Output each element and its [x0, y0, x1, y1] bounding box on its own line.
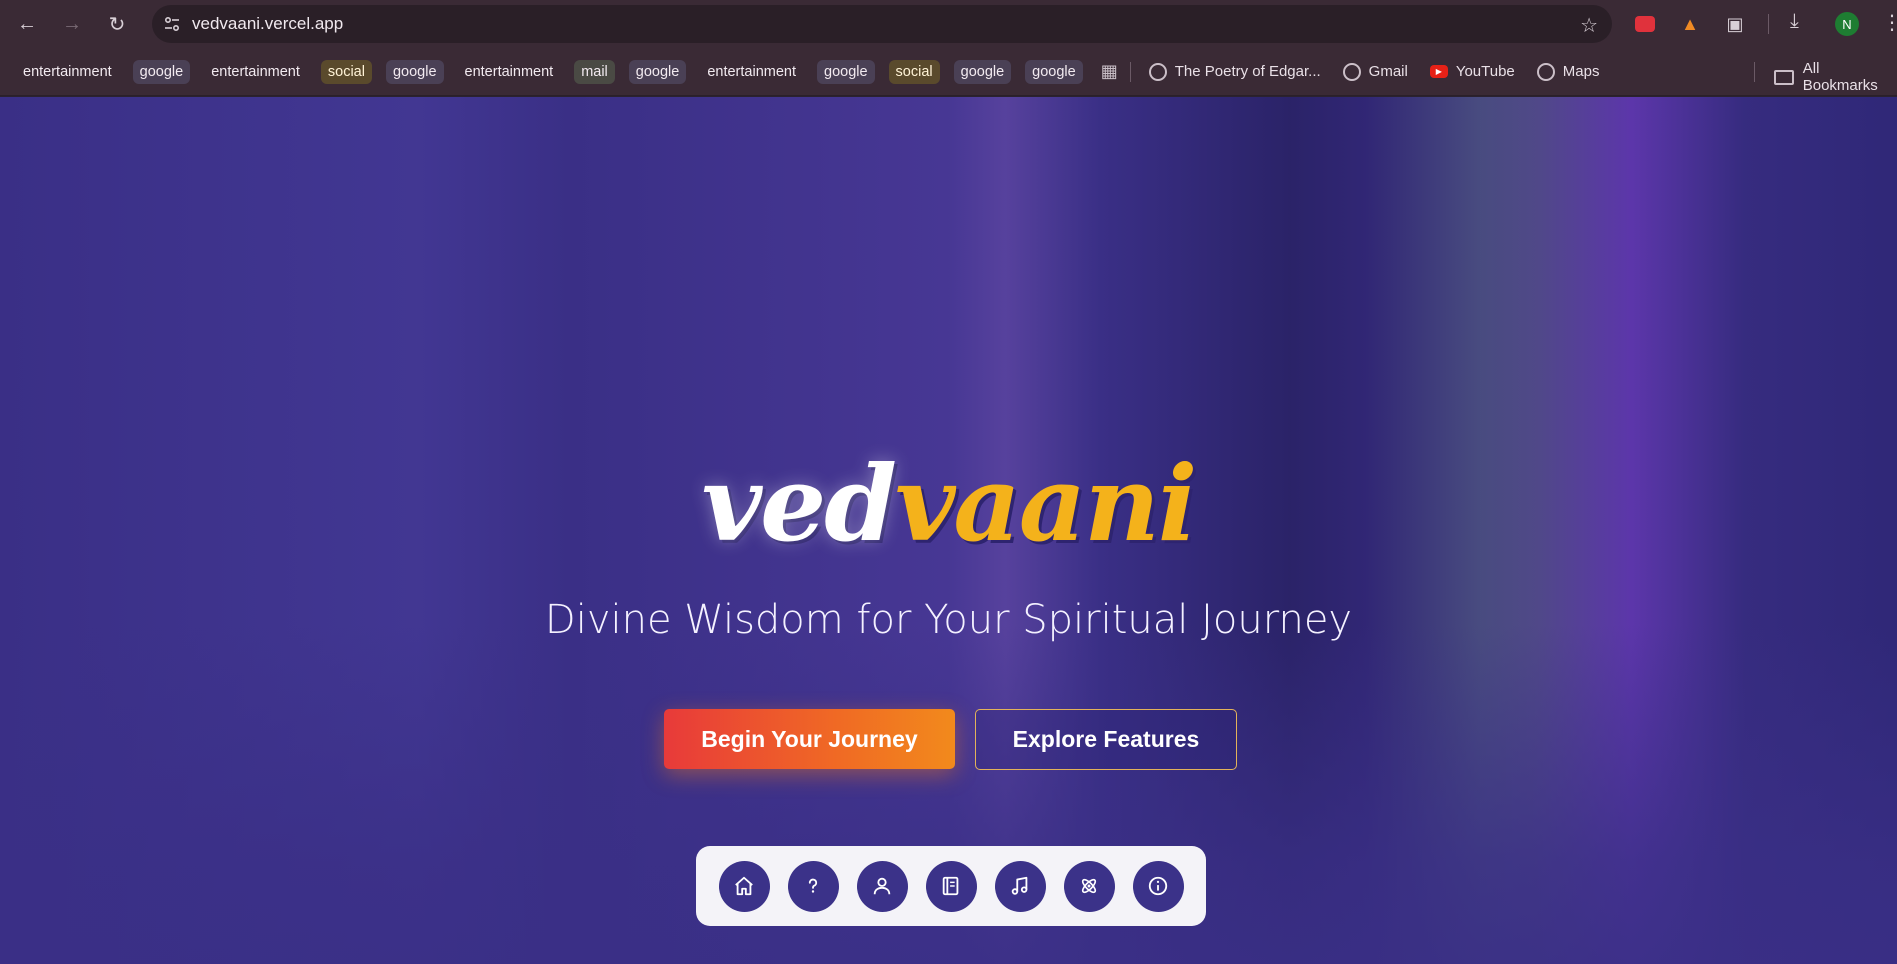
hero-tagline: Divine Wisdom for Your Spiritual Journey [544, 597, 1353, 643]
bookmarks-divider [1754, 62, 1755, 82]
address-bar[interactable]: vedvaani.vercel.app ☆ [152, 5, 1612, 43]
logo-part-ved: ved [701, 442, 897, 565]
metamask-fox-icon[interactable]: ▲ [1678, 12, 1702, 36]
site-settings-icon[interactable] [152, 15, 192, 33]
globe-icon [1148, 62, 1167, 81]
extension-red-icon[interactable] [1633, 12, 1657, 36]
bookmark-link-label: Maps [1562, 63, 1600, 80]
logo-part-vaani: vaani [895, 442, 1197, 565]
bookmark-chip[interactable]: mail [574, 59, 615, 84]
reload-icon: ↻ [108, 13, 126, 36]
bookmark-link[interactable]: Gmail [1342, 62, 1408, 81]
vedvaani-logo: vedvaani [0, 452, 1897, 556]
back-button[interactable]: ← [7, 4, 47, 44]
apps-grid-icon[interactable]: ▦ [1101, 61, 1118, 82]
folder-icon [1774, 69, 1794, 85]
browser-menu-icon[interactable]: ⋮ [1882, 10, 1897, 35]
bookmark-link-group: The Poetry of Edgar... Gmail ▶ YouTube Maps [1148, 62, 1622, 81]
dock-profile-button[interactable] [856, 860, 908, 912]
arrow-right-icon: → [62, 12, 82, 35]
bookmark-chip[interactable]: entertainment [204, 60, 307, 84]
profile-avatar[interactable]: N [1835, 12, 1859, 36]
bookmark-chip[interactable]: google [132, 59, 191, 84]
bookmarks-divider [1129, 61, 1131, 82]
atom-icon [1081, 878, 1097, 894]
url-text[interactable]: vedvaani.vercel.app [192, 14, 343, 34]
extensions-puzzle-icon[interactable]: ▣ [1723, 12, 1747, 36]
reload-button[interactable]: ↻ [97, 4, 137, 44]
bottom-dock [696, 846, 1206, 926]
bookmark-chip[interactable]: google [1025, 59, 1083, 84]
dock-info-button[interactable] [1132, 860, 1184, 912]
bookmark-chip[interactable]: entertainment [700, 60, 803, 84]
bookmark-link[interactable]: Maps [1536, 62, 1600, 81]
bookmark-link-label: YouTube [1455, 63, 1515, 80]
dock-music-button[interactable] [994, 860, 1046, 912]
bookmark-chip[interactable]: google [817, 59, 875, 84]
user-icon [873, 877, 891, 895]
music-icon [1011, 876, 1028, 895]
bookmark-chip-group: entertainment google entertainment social go… [16, 59, 1097, 84]
bookmark-chip[interactable]: social [320, 59, 372, 84]
arrow-left-icon: ← [17, 12, 37, 35]
download-icon[interactable]: ⤓ [1790, 10, 1799, 33]
dock-home-button[interactable] [718, 860, 770, 912]
toolbar-divider [1768, 14, 1769, 34]
bookmark-chip[interactable]: entertainment [458, 60, 561, 84]
bookmark-chip[interactable]: entertainment [16, 60, 119, 84]
begin-journey-button[interactable]: Begin Your Journey [664, 709, 955, 769]
dock-scriptures-button[interactable] [925, 860, 977, 912]
bookmark-link[interactable]: ▶ YouTube [1429, 63, 1515, 80]
hero-section: vedvaani Divine Wisdom for Your Spiritua… [0, 97, 1897, 964]
bookmark-chip[interactable]: google [953, 59, 1012, 84]
all-bookmarks-button[interactable]: All Bookmarks [1774, 60, 1897, 94]
forward-button[interactable]: → [52, 4, 92, 44]
book-icon [942, 876, 959, 896]
youtube-icon: ▶ [1429, 65, 1448, 78]
explore-features-button[interactable]: Explore Features [975, 709, 1237, 770]
bookmark-link-label: Gmail [1368, 63, 1408, 80]
bookmark-star-icon[interactable]: ☆ [1580, 13, 1598, 38]
bookmarks-bar: entertainment google entertainment social go… [0, 48, 1897, 96]
bookmark-chip[interactable]: social [888, 59, 940, 84]
home-icon [735, 876, 753, 896]
bookmark-chip[interactable]: google [628, 59, 687, 84]
info-icon [1148, 876, 1168, 896]
bookmark-link[interactable]: The Poetry of Edgar... [1148, 62, 1321, 81]
globe-icon [1536, 62, 1555, 81]
globe-icon [1342, 62, 1361, 81]
browser-toolbar: ← → ↻ vedvaani.vercel.app ☆ ▲ ▣ ⤓ N ⋮ [0, 0, 1897, 48]
help-icon [808, 878, 818, 893]
dock-help-button[interactable] [787, 860, 839, 912]
bookmark-link-label: The Poetry of Edgar... [1174, 63, 1321, 80]
all-bookmarks-label: All Bookmarks [1802, 60, 1878, 94]
dock-atom-button[interactable] [1063, 860, 1115, 912]
bookmark-chip[interactable]: google [385, 59, 444, 84]
